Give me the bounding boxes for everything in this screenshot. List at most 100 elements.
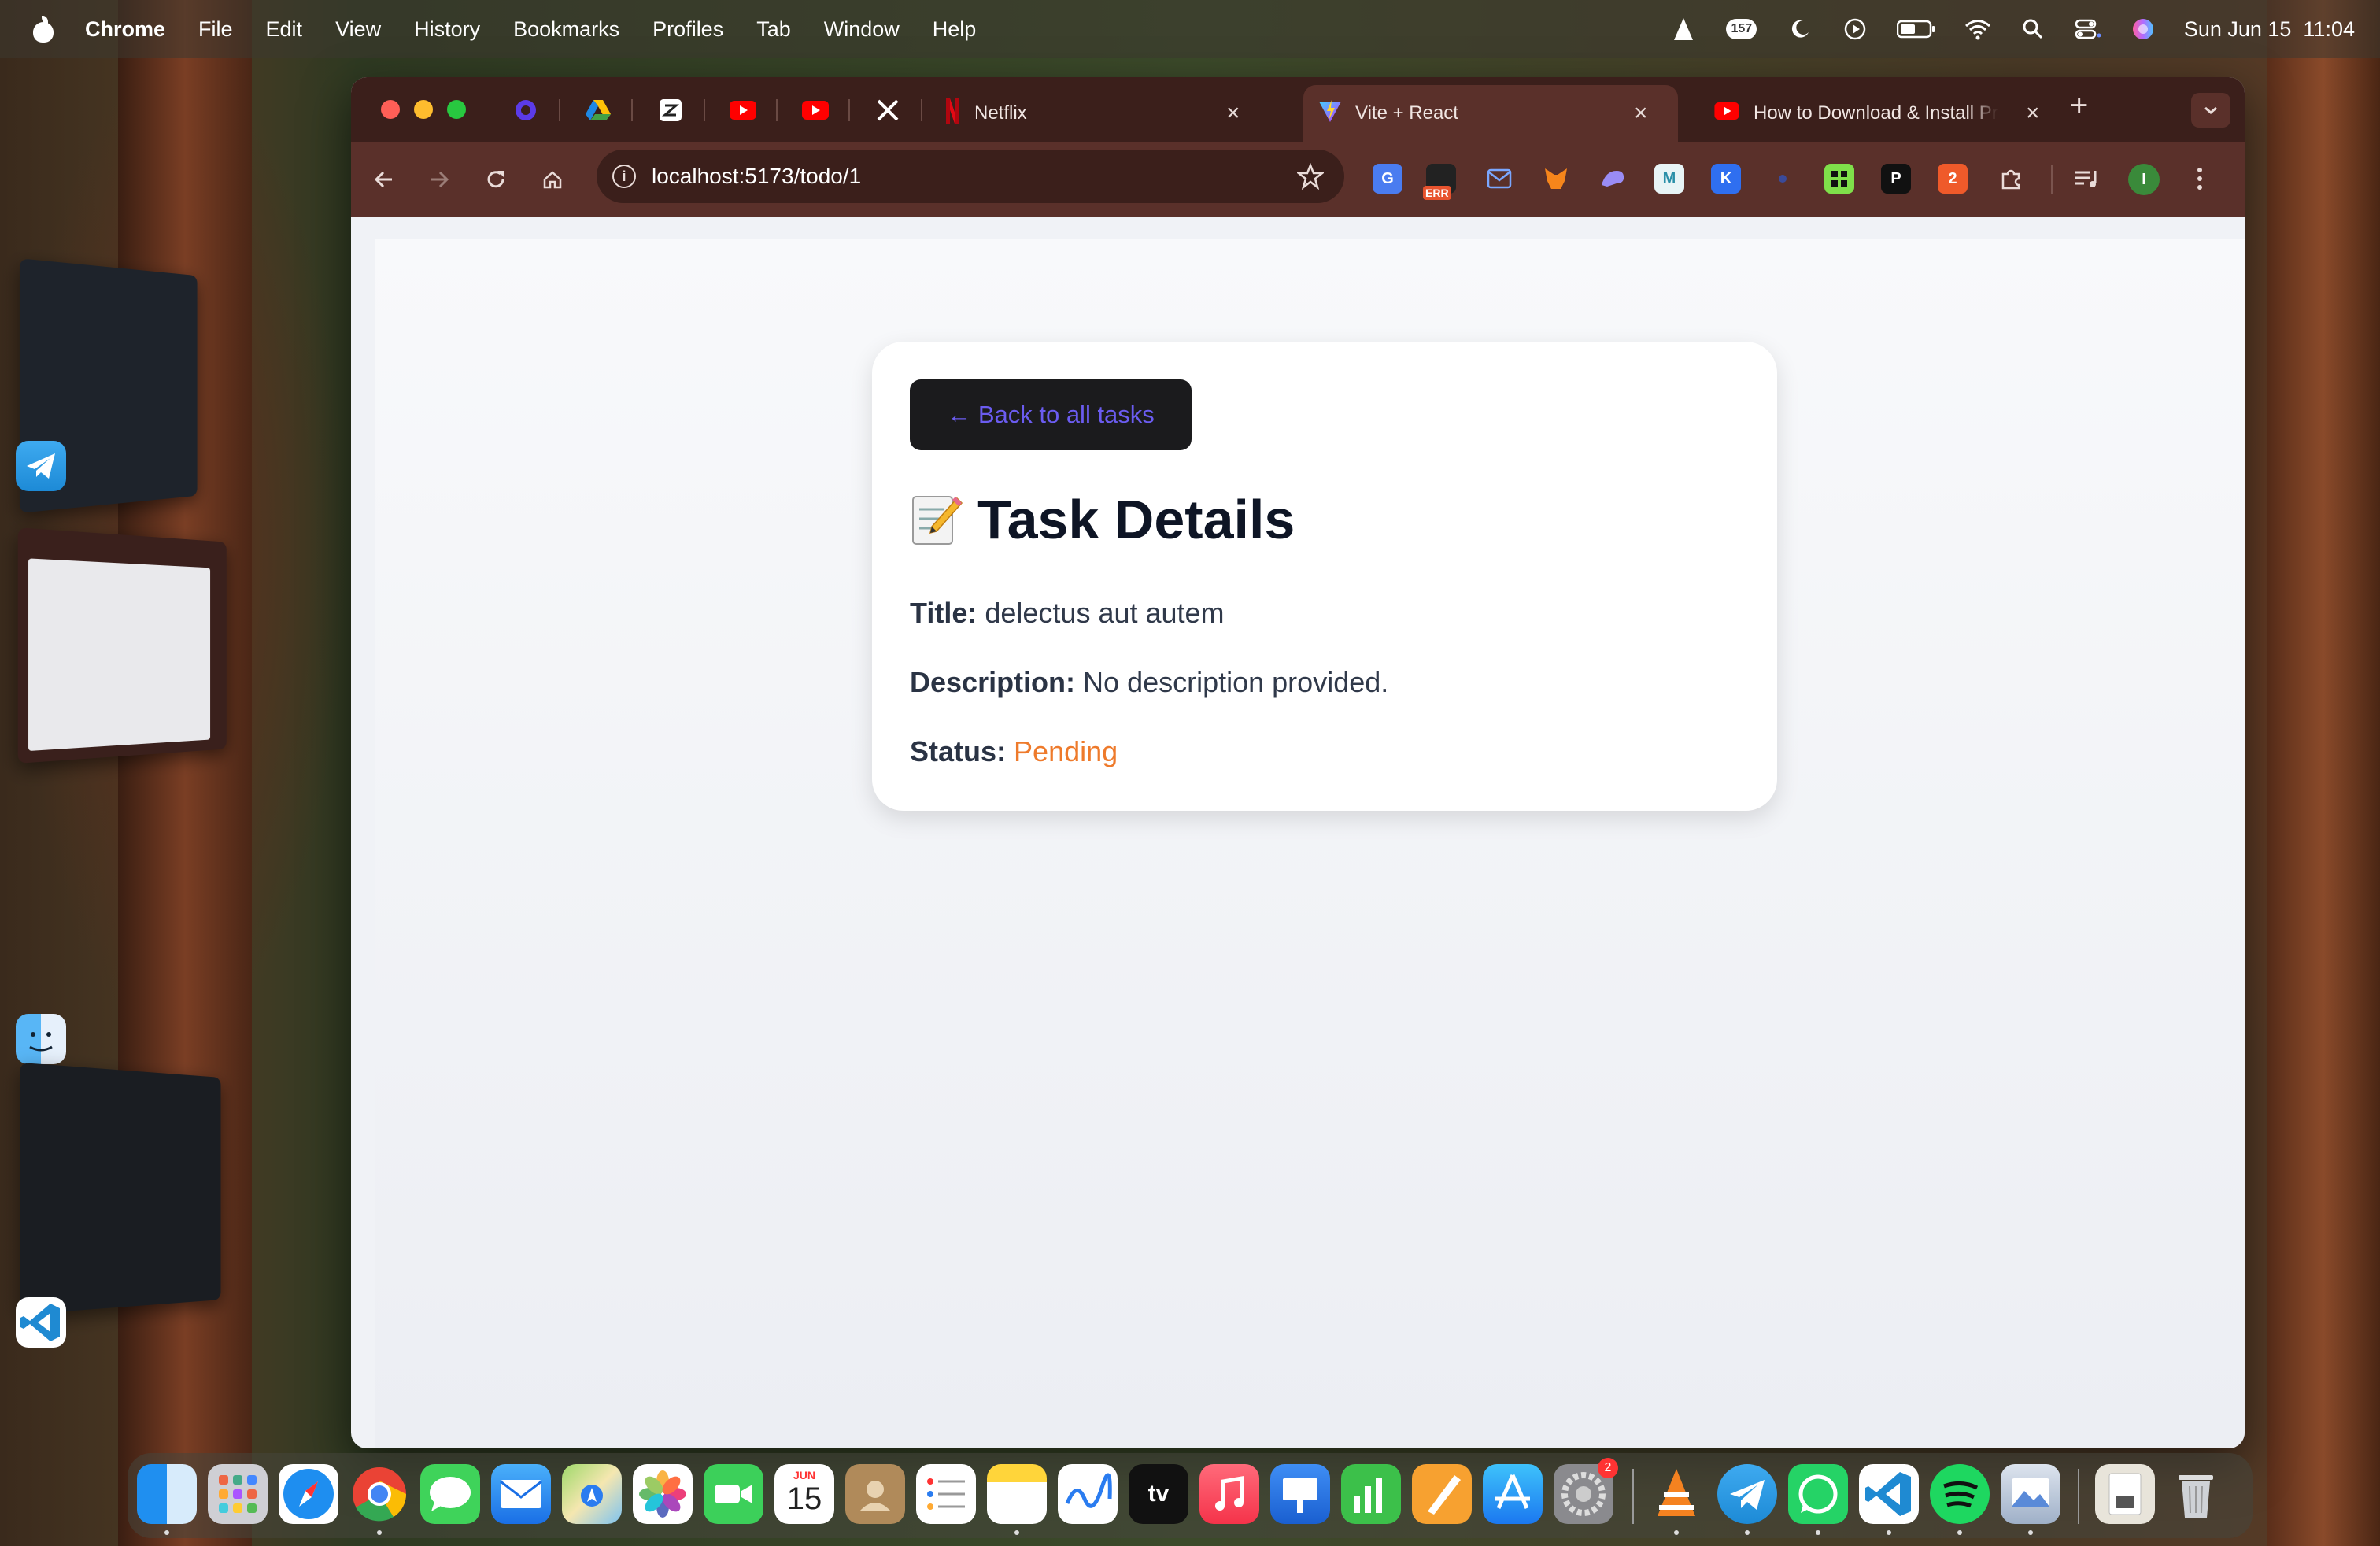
menu-bookmarks[interactable]: Bookmarks — [513, 17, 619, 42]
pinned-tab-x-icon[interactable] — [869, 93, 907, 128]
vscode-icon[interactable] — [16, 1297, 66, 1348]
menu-history[interactable]: History — [414, 17, 480, 42]
dock-facetime-icon[interactable] — [704, 1464, 763, 1524]
bookmark-star-icon[interactable] — [1297, 163, 1324, 194]
profile-avatar[interactable]: I — [2128, 164, 2160, 195]
finder-icon[interactable] — [16, 1014, 66, 1064]
dock-reminders-icon[interactable] — [916, 1464, 976, 1524]
metamask-fox-icon[interactable] — [1541, 164, 1571, 194]
dock-vlc-icon[interactable] — [1646, 1464, 1706, 1524]
pinned-tab-z-icon[interactable] — [652, 93, 689, 128]
dock-downloads-stack-icon[interactable] — [2095, 1464, 2155, 1524]
m-extension-icon[interactable]: M — [1654, 164, 1684, 194]
menu-datetime[interactable]: Sun Jun 15 11:04 — [2184, 17, 2355, 42]
home-icon[interactable] — [534, 161, 571, 198]
green-puzzle-extension-icon[interactable] — [1824, 164, 1854, 194]
siri-icon[interactable] — [2129, 17, 2157, 41]
spotlight-search-icon[interactable] — [2019, 17, 2047, 41]
reload-icon[interactable] — [477, 161, 515, 198]
dock-app-store-icon[interactable] — [1483, 1464, 1543, 1524]
stage-thumbnail-code-editor[interactable] — [20, 1063, 220, 1315]
tab-netflix[interactable]: Netflix × — [940, 85, 1255, 142]
dock-maps-icon[interactable] — [562, 1464, 622, 1524]
p-extension-icon[interactable]: P — [1881, 164, 1911, 194]
tv-label: tv — [1148, 1481, 1170, 1507]
mail-extension-icon[interactable] — [1484, 164, 1514, 194]
dock-mail-icon[interactable] — [491, 1464, 551, 1524]
ghost-extension-icon[interactable] — [1598, 164, 1628, 194]
pinned-tab-youtube-icon[interactable] — [724, 93, 762, 128]
stage-thumbnail-task-dashboard[interactable] — [18, 527, 227, 764]
minimize-window-button[interactable] — [414, 100, 433, 119]
address-bar[interactable]: i localhost:5173/todo/1 — [597, 150, 1344, 203]
menu-app-name[interactable]: Chrome — [85, 17, 165, 42]
description-value: No description provided. — [1083, 666, 1388, 698]
site-info-icon[interactable]: i — [612, 165, 636, 188]
play-icon[interactable] — [1841, 17, 1869, 41]
dock-launchpad-icon[interactable] — [208, 1464, 268, 1524]
running-indicator — [1674, 1530, 1679, 1535]
dock-music-icon[interactable] — [1199, 1464, 1259, 1524]
close-tab-icon[interactable]: × — [1226, 100, 1240, 127]
tab-separator — [631, 99, 633, 121]
dock-photos-icon[interactable] — [633, 1464, 693, 1524]
dot-extension-icon[interactable] — [1768, 164, 1798, 194]
moon-icon[interactable] — [1786, 17, 1814, 41]
menu-tab[interactable]: Tab — [756, 17, 791, 42]
menu-help[interactable]: Help — [933, 17, 977, 42]
menu-profiles[interactable]: Profiles — [652, 17, 723, 42]
dock-numbers-icon[interactable] — [1341, 1464, 1401, 1524]
media-controls-icon[interactable] — [2071, 164, 2101, 194]
close-tab-icon[interactable]: × — [2026, 100, 2040, 127]
tab-vite-react[interactable]: Vite + React × — [1303, 85, 1678, 142]
dock-finder-icon[interactable] — [137, 1464, 197, 1524]
battery-icon[interactable] — [1896, 17, 1937, 41]
dock-preview-icon[interactable] — [2001, 1464, 2060, 1524]
forward-arrow-icon[interactable] — [420, 161, 458, 198]
dock-keynote-icon[interactable] — [1270, 1464, 1330, 1524]
orange-extension-icon[interactable]: 2 — [1938, 164, 1968, 194]
dock-telegram-icon[interactable] — [1717, 1464, 1777, 1524]
extensions-puzzle-icon[interactable] — [1996, 164, 2026, 194]
close-window-button[interactable] — [381, 100, 400, 119]
dock-calendar-icon[interactable]: JUN 15 — [774, 1464, 834, 1524]
telegram-icon[interactable] — [16, 441, 66, 491]
pinned-tab-circle-icon[interactable] — [507, 93, 545, 128]
dock-vscode-icon[interactable] — [1859, 1464, 1919, 1524]
menu-edit[interactable]: Edit — [266, 17, 303, 42]
close-tab-icon[interactable]: × — [1634, 100, 1648, 127]
tab-youtube-video[interactable]: How to Download & Install Pr × — [1689, 85, 2067, 142]
google-translate-icon[interactable]: G — [1373, 164, 1402, 194]
tab-search-button[interactable] — [2191, 93, 2230, 128]
vlc-menu-icon[interactable] — [1669, 17, 1698, 41]
more-menu-icon[interactable] — [2185, 164, 2215, 194]
new-tab-button[interactable]: + — [2070, 88, 2088, 124]
dock-notes-icon[interactable] — [987, 1464, 1047, 1524]
dock-apple-tv-icon[interactable]: tv — [1129, 1464, 1188, 1524]
notification-badge-icon[interactable]: 157 — [1724, 17, 1759, 41]
pinned-tab-youtube-icon[interactable] — [796, 93, 834, 128]
apple-menu-icon[interactable] — [31, 16, 55, 43]
dock-whatsapp-icon[interactable] — [1788, 1464, 1848, 1524]
k-extension-icon[interactable]: K — [1711, 164, 1741, 194]
dock-freeform-icon[interactable] — [1058, 1464, 1118, 1524]
menu-window[interactable]: Window — [824, 17, 900, 42]
url-text[interactable]: localhost:5173/todo/1 — [652, 164, 861, 189]
pinned-tab-google-drive-icon[interactable] — [579, 93, 617, 128]
back-to-all-tasks-button[interactable]: ← Back to all tasks — [910, 379, 1192, 450]
menu-view[interactable]: View — [335, 17, 381, 42]
err-extension-icon[interactable]: ERR — [1426, 164, 1456, 194]
back-arrow-icon[interactable] — [365, 161, 403, 198]
wifi-icon[interactable] — [1964, 17, 1992, 41]
dock-contacts-icon[interactable] — [845, 1464, 905, 1524]
control-center-icon[interactable] — [2074, 17, 2102, 41]
dock-safari-icon[interactable] — [279, 1464, 338, 1524]
dock-system-settings-icon[interactable]: 2 — [1554, 1464, 1613, 1524]
dock-spotify-icon[interactable] — [1930, 1464, 1990, 1524]
dock-messages-icon[interactable] — [420, 1464, 480, 1524]
menu-file[interactable]: File — [198, 17, 233, 42]
maximize-window-button[interactable] — [447, 100, 466, 119]
dock-pages-icon[interactable] — [1412, 1464, 1472, 1524]
dock-chrome-icon[interactable] — [349, 1464, 409, 1524]
dock-trash-icon[interactable] — [2166, 1464, 2226, 1524]
